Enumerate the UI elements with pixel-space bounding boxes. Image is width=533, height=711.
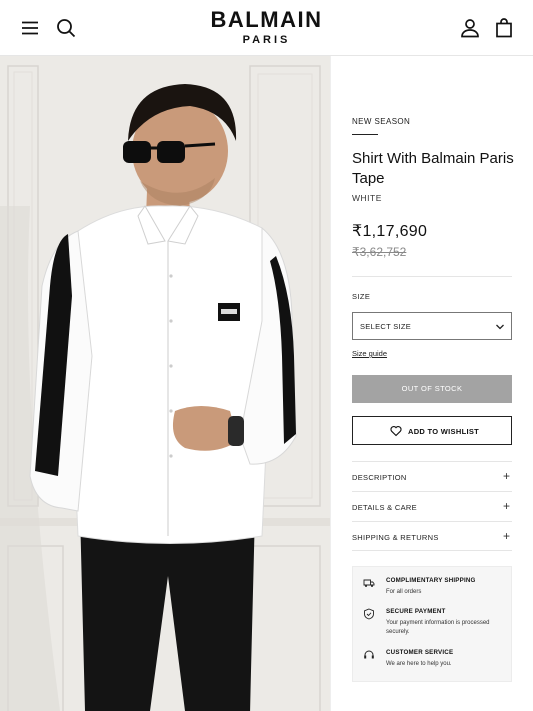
accordion-label: DETAILS & CARE [352, 503, 417, 512]
brand-subtitle: PARIS [242, 34, 291, 46]
brand-name: BALMAIN [210, 7, 323, 32]
add-to-wishlist-button[interactable]: ADD TO WISHLIST [352, 416, 512, 445]
divider [352, 134, 378, 135]
brand-logo[interactable]: BALMAIN PARIS [0, 8, 533, 47]
product-price: ₹1,17,690 [352, 223, 428, 240]
product-color: WHITE [352, 193, 382, 203]
info-title: COMPLIMENTARY SHIPPING [386, 577, 476, 584]
size-guide-link[interactable]: Size guide [352, 349, 387, 358]
accordion-description[interactable]: DESCRIPTION + [352, 461, 512, 491]
info-title: CUSTOMER SERVICE [386, 649, 454, 656]
site-header: BALMAIN PARIS [0, 0, 533, 56]
truck-icon [363, 579, 375, 587]
size-select[interactable]: SELECT SIZE [352, 312, 512, 340]
product-title: Shirt With Balmain Paris Tape [352, 150, 514, 187]
season-label: NEW SEASON [352, 117, 411, 126]
wishlist-label: ADD TO WISHLIST [408, 427, 480, 436]
accordion-label: SHIPPING & RETURNS [352, 533, 439, 542]
shopping-bag-icon[interactable] [492, 16, 516, 40]
product-details-panel: NEW SEASON Shirt With Balmain Paris Tape… [330, 56, 533, 711]
plus-icon: + [502, 499, 510, 513]
plus-icon: + [502, 469, 510, 483]
shield-icon [364, 608, 374, 620]
size-select-value: SELECT SIZE [360, 322, 412, 331]
info-desc: Your payment information is processed se… [386, 620, 490, 635]
divider [352, 276, 512, 277]
accordion-shipping-returns[interactable]: SHIPPING & RETURNS + [352, 521, 512, 551]
chevron-down-icon [496, 324, 504, 330]
info-title: SECURE PAYMENT [386, 608, 446, 615]
size-label: SIZE [352, 292, 371, 301]
service-info-box: COMPLIMENTARY SHIPPING For all orders SE… [352, 566, 512, 682]
plus-icon: + [502, 529, 510, 543]
info-desc: For all orders [386, 589, 422, 595]
heart-icon [390, 426, 402, 437]
headset-icon [364, 650, 374, 659]
out-of-stock-button[interactable]: OUT OF STOCK [352, 375, 512, 403]
product-old-price: ₹3,62,752 [352, 245, 407, 259]
info-desc: We are here to help you. [386, 661, 452, 667]
accordion-label: DESCRIPTION [352, 473, 407, 482]
user-icon[interactable] [458, 16, 482, 40]
product-image [0, 56, 330, 711]
accordion-details-care[interactable]: DETAILS & CARE + [352, 491, 512, 521]
